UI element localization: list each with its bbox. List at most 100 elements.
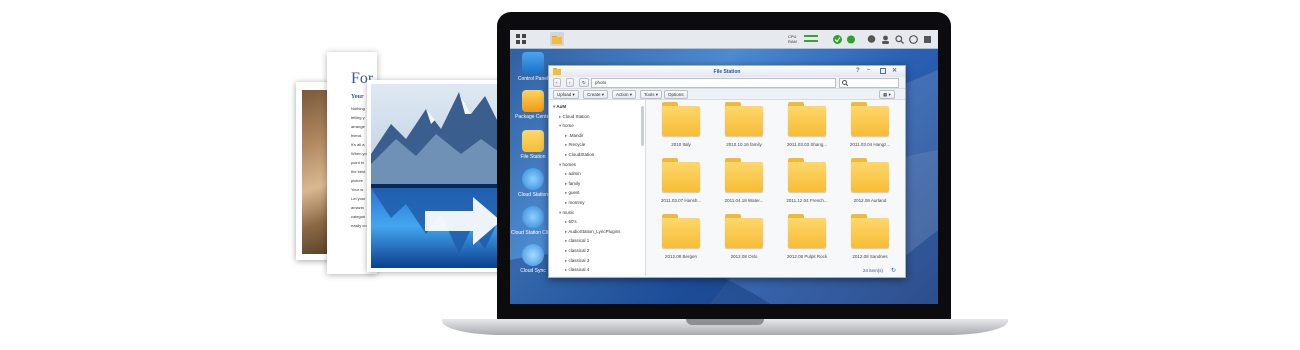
tree-item-label: classical 4	[568, 267, 590, 273]
action-button[interactable]: Action ▾	[612, 90, 637, 99]
tools-button[interactable]: Tools ▾	[640, 90, 663, 99]
tree-item[interactable]: ▸ admin	[565, 171, 581, 177]
status-bar: 24 item(s) ↻	[649, 266, 901, 276]
action-toolbar: Upload ▾ Create ▾ Action ▾ Tools ▾ Optio…	[549, 89, 905, 100]
arrow-right-icon	[425, 197, 503, 250]
tree-item[interactable]: ▸ classical 2	[565, 248, 589, 254]
tree-item[interactable]: ▸ family	[565, 181, 580, 187]
minimize-icon[interactable]: –	[867, 67, 870, 73]
tree-item[interactable]: ▸ #recycle	[565, 142, 585, 148]
folder-label: 2012.08 Sandnes	[852, 254, 888, 259]
document-heading: Your	[351, 94, 364, 100]
folder-item[interactable]: 2012.08 Sandnes	[840, 214, 900, 259]
tree-item-label: classical 2	[568, 248, 590, 253]
tree-item-label: .Mandir	[568, 132, 584, 138]
tree-item-label: 60's	[568, 219, 577, 225]
desktop-icon-label: Control Panel	[517, 76, 549, 82]
ram-bar	[804, 40, 818, 42]
resource-monitor[interactable]: CPU RAM	[788, 34, 797, 44]
create-label: Create	[587, 92, 601, 97]
chat-icon[interactable]	[864, 32, 878, 46]
folder-label: 2012.08 Bergen	[664, 254, 698, 259]
folder-label: 2011.03.07 Hansh...	[660, 198, 702, 203]
desktop-icon-label: Cloud Sync	[520, 268, 546, 274]
options-button[interactable]: Options	[664, 90, 688, 99]
folder-item[interactable]: 2012.08 Pulpit Rock	[777, 214, 837, 259]
tree-item-label: mommy	[568, 200, 585, 205]
upload-label: Upload	[557, 92, 572, 97]
folder-item[interactable]: 2011.03.04 Hangz...	[840, 102, 900, 147]
tools-label: Tools	[644, 92, 655, 97]
show-desktop-icon[interactable]	[920, 32, 934, 46]
tree-item[interactable]: ▸ .Mandir	[565, 133, 584, 139]
file-station-taskbar-icon[interactable]	[550, 32, 564, 46]
folder-item[interactable]: 2011.03.03 Shang...	[777, 102, 837, 147]
folder-icon	[725, 102, 763, 136]
folder-icon	[725, 158, 763, 192]
tree-item[interactable]: ▸ AudioStation_LyricPlugins	[565, 229, 620, 235]
tree-item[interactable]: ▾ music	[559, 210, 574, 216]
navigation-toolbar: ‹ › ↻ photo	[549, 77, 905, 89]
filter-search-input[interactable]	[839, 78, 899, 88]
folder-item[interactable]: 2011.04.18 Water...	[714, 158, 774, 203]
window-titlebar[interactable]: File Station ? – ✕	[549, 66, 905, 77]
help-icon[interactable]: ?	[856, 68, 860, 74]
tree-item[interactable]: ▸ classical 3	[565, 258, 589, 264]
tree-item-label: Cloud Station	[562, 113, 590, 119]
folder-label: 2012.08 Pulpit Rock	[786, 254, 828, 259]
main-menu-icon[interactable]	[514, 32, 528, 46]
folder-item[interactable]: 2012.08 Bergen	[651, 214, 711, 259]
tree-item[interactable]: ▸ CloudStation	[565, 152, 594, 158]
ram-label: RAM	[788, 39, 797, 44]
tree-item-label: classical 1	[568, 238, 590, 244]
folder-item[interactable]: 2010.10.16 family	[714, 102, 774, 147]
tree-item-label: guest	[568, 190, 580, 196]
maximize-icon[interactable]	[880, 68, 886, 74]
file-station-icon	[522, 130, 544, 152]
tree-item[interactable]: ▾ home	[559, 123, 574, 129]
folder-item[interactable]: 2010 Italy	[651, 102, 711, 147]
tree-item[interactable]: ▸ guest	[565, 190, 580, 196]
folder-icon	[851, 102, 889, 136]
tree-item[interactable]: ▸ Cloud Station	[559, 114, 590, 120]
path-field[interactable]: photo	[591, 78, 836, 88]
status-ok-icon[interactable]	[830, 32, 844, 46]
tree-scrollbar[interactable]	[641, 106, 644, 146]
tree-item[interactable]: ▸ classical 1	[565, 238, 589, 244]
desktop-icon-label: Package Center	[515, 114, 551, 120]
back-button[interactable]: ‹	[553, 78, 561, 87]
cloud-sync-taskbar-icon[interactable]	[844, 32, 858, 46]
upload-button[interactable]: Upload ▾	[553, 90, 579, 99]
action-label: Action	[616, 92, 629, 97]
widgets-icon[interactable]	[906, 32, 920, 46]
folder-item[interactable]: 2011.03.07 Hansh...	[651, 158, 711, 203]
folder-label: 2010 Italy	[671, 142, 691, 147]
tree-item[interactable]: ▸ classical 4	[565, 267, 589, 273]
dsm-desktop: CPU RAM Control Panel Package Center Fil…	[510, 30, 938, 304]
window-title: File Station	[713, 69, 741, 75]
close-icon[interactable]: ✕	[892, 67, 897, 74]
folder-item[interactable]: 2012.08 Oslo	[714, 214, 774, 259]
tree-item-label: admin	[568, 171, 581, 177]
forward-button[interactable]: ›	[566, 78, 574, 87]
options-label: Options	[668, 92, 684, 97]
folder-icon	[788, 158, 826, 192]
folder-icon	[662, 158, 700, 192]
refresh-button[interactable]: ↻	[579, 78, 589, 87]
create-button[interactable]: Create ▾	[583, 90, 609, 99]
user-icon[interactable]	[878, 32, 892, 46]
search-icon[interactable]	[892, 32, 906, 46]
view-mode-button[interactable]: ▦ ▾	[879, 90, 895, 99]
folder-label: 2011.03.04 Hangz...	[849, 142, 891, 147]
desktop-icon-label: File Station	[520, 154, 546, 160]
folder-item[interactable]: 2012.08 Aurland	[840, 158, 900, 203]
cloud-sync-icon	[522, 244, 544, 266]
tree-item[interactable]: ▾ AuM	[553, 104, 566, 110]
folder-item[interactable]: 2011.12.04 French...	[777, 158, 837, 203]
folder-label: 2012.08 Aurland	[853, 198, 887, 203]
tree-item[interactable]: ▸ mommy	[565, 200, 585, 206]
tree-item[interactable]: ▸ 60's	[565, 219, 577, 225]
refresh-icon[interactable]: ↻	[891, 267, 896, 274]
tree-item[interactable]: ▾ homes	[559, 162, 576, 168]
desktop-icon-label: Cloud Station	[517, 192, 549, 198]
